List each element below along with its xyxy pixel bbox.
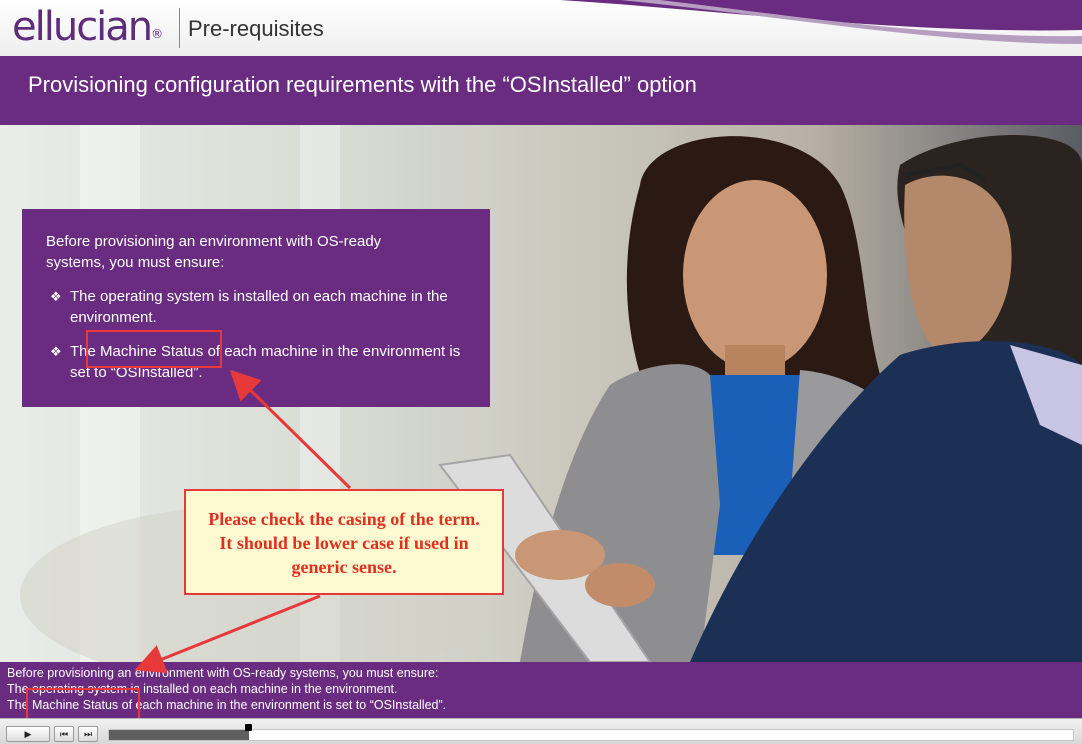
requirements-intro: Before provisioning an environment with … — [46, 233, 382, 271]
requirement-text: The operating system is installed on eac… — [70, 288, 448, 326]
progress-fill — [109, 730, 249, 740]
progress-handle[interactable] — [245, 724, 252, 731]
caption-line: The operating system is installed on eac… — [7, 682, 398, 696]
skip-forward-button[interactable]: ⏭ — [78, 726, 98, 742]
slide-title-bar: Provisioning configuration requirements … — [0, 56, 1082, 125]
skip-forward-icon: ⏭ — [83, 729, 93, 739]
requirement-item: ❖ The operating system is installed on e… — [46, 286, 472, 328]
requirements-panel: Before provisioning an environment with … — [22, 209, 490, 407]
header-bar: ellucian® Pre-requisites — [0, 0, 1082, 56]
skip-back-button[interactable]: ⏮ — [54, 726, 74, 742]
caption-line: Before provisioning an environment with … — [7, 666, 439, 680]
annotation-highlight-panel-term — [86, 330, 222, 368]
caption-line: The Machine Status of each machine in th… — [7, 698, 447, 712]
section-title: Pre-requisites — [188, 16, 324, 41]
closed-caption-bar: Before provisioning an environment with … — [0, 662, 1082, 718]
diamond-bullet-icon: ❖ — [50, 344, 62, 359]
review-comment-text: Please check the casing of the term. It … — [208, 509, 480, 577]
header-divider — [179, 8, 180, 48]
play-icon: ▶ — [24, 729, 32, 739]
skip-back-icon: ⏮ — [59, 729, 69, 739]
diamond-bullet-icon: ❖ — [50, 289, 62, 304]
progress-bar[interactable] — [108, 729, 1074, 741]
review-comment-callout: Please check the casing of the term. It … — [184, 489, 504, 595]
play-button[interactable]: ▶ — [6, 726, 50, 742]
playback-controls: ▶ ⏮ ⏭ — [0, 718, 1082, 744]
ellucian-logo: ellucian® — [12, 4, 164, 50]
slide-title: Provisioning configuration requirements … — [28, 72, 697, 97]
